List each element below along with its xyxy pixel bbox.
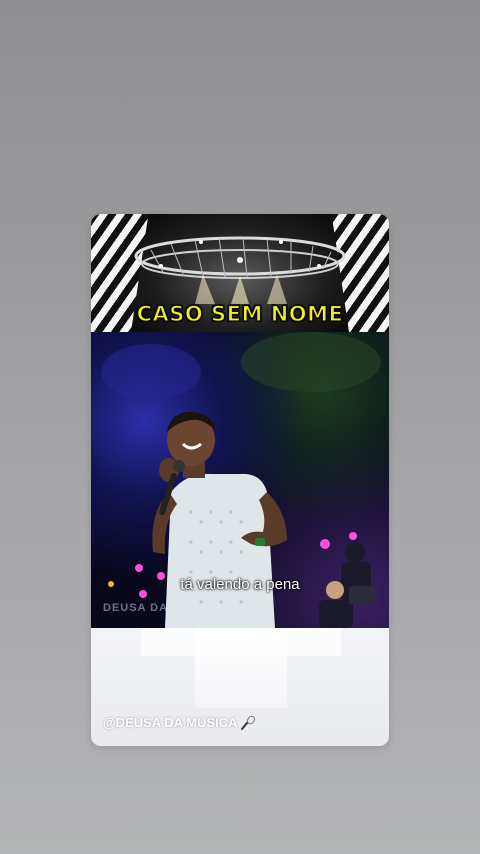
video-title: CASO SEM NOME [136, 301, 344, 326]
mention-text: @DEUSA DA MUSICA [103, 714, 238, 730]
video-watermark: DEUSA DA [103, 602, 169, 614]
video-caption: tá valendo a pena [180, 576, 300, 593]
floor-reflection-center [195, 628, 287, 708]
stage-header-banner: CASO SEM NOME [91, 214, 389, 332]
story-card[interactable]: CASO SEM NOME DEUSA DA tá valendo a pena… [91, 214, 389, 746]
mention-tag[interactable]: @DEUSA DA MUSICA [103, 714, 256, 730]
performance-video[interactable]: DEUSA DA tá valendo a pena [91, 332, 389, 628]
microphone-icon [240, 715, 255, 730]
